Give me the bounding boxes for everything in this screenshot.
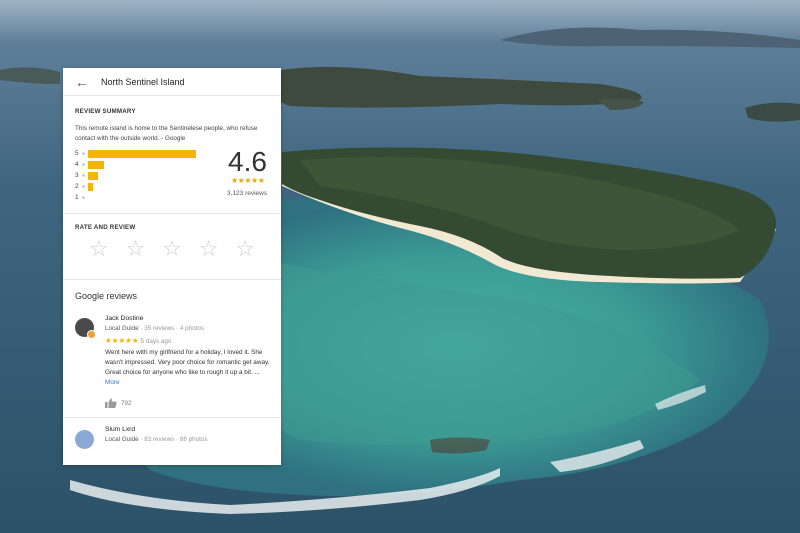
more-link[interactable]: More	[105, 379, 120, 386]
review-stars: ★★★★★ 5 days ago	[105, 336, 269, 345]
rate-star-5-icon[interactable]: ☆	[235, 238, 255, 260]
review-item: Slum Lxrd Local Guide · 83 reviews · 88 …	[75, 426, 269, 449]
rating-row-5: 5 ●	[75, 149, 197, 158]
rate-star-1-icon[interactable]: ☆	[89, 238, 109, 260]
place-title: North Sentinel Island	[101, 76, 185, 87]
rating-bar	[88, 171, 98, 180]
rating-bar	[88, 160, 105, 169]
review-text: Went here with my girlfriend for a holid…	[105, 348, 275, 388]
like-button[interactable]: 792	[105, 398, 269, 408]
star-dot-icon: ●	[82, 183, 86, 190]
review-item: Jack Dostine Local Guide · 35 reviews · …	[63, 315, 281, 418]
review-summary-section: REVIEW SUMMARY This remote island is hom…	[63, 96, 281, 214]
review-star-icons: ★★★★★	[105, 336, 139, 345]
place-description: This remote island is home to the Sentin…	[75, 125, 258, 142]
review-count[interactable]: 3,123 reviews	[227, 190, 267, 197]
reviewer-role: Local Guide	[105, 325, 139, 332]
reviewer-meta: Local Guide · 83 reviews · 88 photos	[105, 436, 269, 443]
like-count: 792	[121, 399, 132, 407]
rate-and-review-section: RATE AND REVIEW ☆ ☆ ☆ ☆ ☆	[63, 214, 281, 280]
rate-star-4-icon[interactable]: ☆	[199, 238, 219, 260]
panel-header: ← North Sentinel Island	[63, 68, 281, 96]
rating-row-label: 4	[75, 161, 79, 168]
rating-row-label: 1	[75, 194, 79, 201]
rate-star-3-icon[interactable]: ☆	[162, 238, 182, 260]
rating-row-label: 5	[75, 150, 79, 157]
reviewer-role: Local Guide	[105, 436, 139, 443]
rating-bar	[88, 149, 197, 158]
rating-row-2: 2 ●	[75, 182, 94, 191]
star-dot-icon: ●	[82, 194, 86, 201]
reviewer-stats: · 35 reviews · 4 photos	[138, 325, 205, 332]
reviewer-meta: Local Guide · 35 reviews · 4 photos	[105, 325, 269, 332]
rate-star-2-icon[interactable]: ☆	[126, 238, 146, 260]
review-time: 5 days ago	[140, 338, 172, 345]
rating-distribution: 4.6 ★★★★★ 3,123 reviews 5 ● 4 ● 3 ● 2 ● 1 ●	[75, 146, 269, 209]
review-body: Went here with my girlfriend for a holid…	[105, 349, 270, 376]
star-dot-icon: ●	[82, 172, 86, 179]
rating-row-label: 3	[75, 172, 79, 179]
average-rating-stars: ★★★★★	[231, 176, 265, 185]
reviewer-name[interactable]: Jack Dostine	[105, 315, 269, 322]
arrow-left-icon[interactable]: ←	[75, 75, 95, 89]
review-summary-heading: REVIEW SUMMARY	[75, 108, 136, 115]
local-guide-badge-icon	[87, 330, 96, 339]
rating-row-1: 1 ●	[75, 193, 88, 202]
reviewer-stats: · 83 reviews · 88 photos	[138, 436, 208, 443]
rating-row-3: 3 ●	[75, 171, 98, 180]
avatar[interactable]	[75, 318, 96, 339]
rating-row-label: 2	[75, 183, 79, 190]
star-dot-icon: ●	[82, 150, 86, 157]
star-dot-icon: ●	[82, 161, 86, 168]
google-reviews-title: Google reviews	[75, 291, 138, 301]
avatar[interactable]	[75, 430, 94, 449]
rate-and-review-heading: RATE AND REVIEW	[75, 224, 136, 231]
reviewer-name[interactable]: Slum Lxrd	[105, 426, 269, 433]
rate-stars: ☆ ☆ ☆ ☆ ☆	[89, 238, 255, 260]
google-reviews-section: Google reviews Jack Dostine Local Guide …	[63, 280, 281, 449]
rating-row-4: 4 ●	[75, 160, 105, 169]
rating-bar	[88, 182, 94, 191]
place-reviews-panel: ← North Sentinel Island REVIEW SUMMARY T…	[63, 68, 281, 465]
review-divider	[63, 417, 281, 418]
thumbs-up-icon	[105, 398, 117, 408]
average-rating: 4.6	[228, 146, 267, 177]
